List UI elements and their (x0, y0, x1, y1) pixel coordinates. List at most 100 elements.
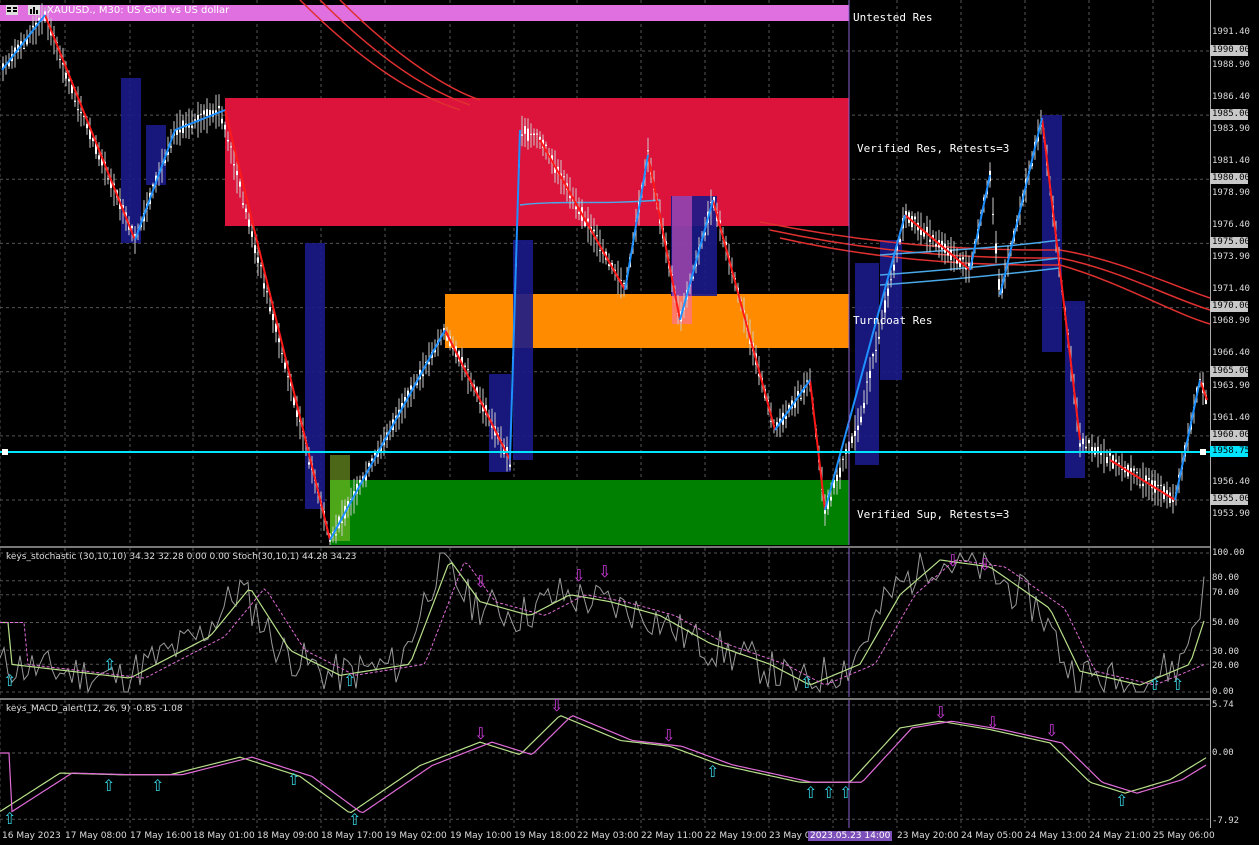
sell-alert-arrow-icon: ⇩ (550, 696, 564, 715)
candle-body (836, 474, 838, 482)
candle-body (194, 119, 196, 121)
candle-body (893, 264, 895, 271)
price-label-boxed: 1975.00 (1210, 237, 1250, 248)
candle-body (422, 374, 424, 377)
stoch-level-label: 80.00 (1212, 573, 1240, 583)
candle-body (1085, 446, 1087, 449)
sell-alert-arrow-icon: ⇩ (1045, 721, 1059, 740)
price-label-boxed: 1970.00 (1210, 301, 1250, 312)
buy-alert-arrow-icon: ⇧ (1171, 675, 1185, 694)
candle-body (854, 430, 856, 436)
candle-body (578, 211, 580, 215)
candle-body (596, 235, 598, 237)
candle-body (59, 59, 61, 61)
time-label: 17 May 16:00 (130, 831, 192, 841)
zone-verified-res (225, 98, 849, 226)
candle-body (998, 279, 1000, 290)
buy-alert-arrow-icon: ⇧ (800, 673, 814, 692)
candle-body (245, 208, 247, 213)
price-label-boxed: 1965.00 (1210, 366, 1250, 377)
candle-body (221, 118, 223, 124)
candle-body (533, 133, 535, 136)
sell-alert-arrow-icon: ⇩ (474, 572, 488, 591)
candle-body (1121, 468, 1123, 470)
time-label: 24 May 13:00 (1025, 831, 1087, 841)
candle-body (536, 133, 538, 135)
time-label: 23 May 20:00 (897, 831, 959, 841)
candle-body (530, 133, 532, 135)
time-label: 16 May 2023 (2, 831, 61, 841)
buy-alert-arrow-icon: ⇧ (1148, 675, 1162, 694)
candle-body (869, 370, 871, 379)
highlight-bar (880, 240, 902, 380)
highlight-bar (305, 243, 325, 509)
candle-body (866, 381, 868, 383)
price-label: 1956.40 (1212, 477, 1250, 487)
buy-alert-arrow-icon: ⇧ (287, 770, 301, 789)
price-line-handle (1200, 449, 1206, 455)
buy-alert-arrow-icon: ⇧ (804, 783, 818, 802)
candle-body (251, 231, 253, 237)
stochastic-canvas (0, 548, 1210, 697)
chart-menu-icon[interactable] (6, 5, 18, 15)
stochastic-pane[interactable]: keys_stochastic (30,10,10) 34.32 32.28 0… (0, 548, 1259, 697)
candle-body (224, 124, 226, 130)
candle-body (38, 17, 40, 21)
candle-body (269, 307, 271, 312)
moving-average-line (759, 221, 1211, 299)
candle-body (278, 338, 280, 343)
price-label-boxed: 1985.00 (1210, 109, 1250, 120)
price-axis-line (1210, 0, 1211, 828)
buy-alert-arrow-icon: ⇧ (706, 762, 720, 781)
zone-turncoat-res (445, 294, 849, 348)
price-chart-pane[interactable]: XAUUSD., M30: US Gold vs US dollar Untes… (0, 0, 1259, 545)
price-chart-canvas[interactable] (0, 0, 1259, 545)
candle-body (929, 239, 931, 242)
stoch-level-label: 30.00 (1212, 647, 1240, 657)
candle-body (266, 291, 268, 293)
candle-body (524, 126, 526, 134)
candle-body (65, 72, 67, 79)
time-label: 19 May 18:00 (514, 831, 576, 841)
candle-body (842, 458, 844, 460)
highlight-bar (121, 78, 141, 243)
stoch-level-label: 50.00 (1212, 618, 1240, 628)
macd-title: keys_MACD_alert(12, 26, 9) -0.85 -1.08 (6, 704, 183, 714)
candle-body (887, 288, 889, 296)
candle-body (23, 48, 25, 50)
time-label: 18 May 01:00 (193, 831, 255, 841)
buy-alert-arrow-icon: ⇧ (151, 776, 165, 795)
candle-body (521, 134, 523, 136)
highlight-bar (855, 263, 879, 465)
one-click-trading-icon[interactable] (28, 5, 40, 15)
candle-body (1142, 483, 1144, 487)
time-label: 24 May 21:00 (1089, 831, 1151, 841)
candle-body (527, 128, 529, 141)
macd-pane[interactable]: keys_MACD_alert(12, 26, 9) -0.85 -1.08 (0, 700, 1259, 828)
sell-alert-arrow-icon: ⇩ (934, 703, 948, 722)
time-label: 22 May 19:00 (705, 831, 767, 841)
candle-body (569, 195, 571, 199)
time-label: 22 May 03:00 (577, 831, 639, 841)
buy-alert-arrow-icon: ⇧ (3, 671, 17, 690)
candle-body (233, 164, 235, 166)
candle-body (86, 124, 88, 129)
candle-body (248, 219, 250, 227)
candle-body (563, 176, 565, 178)
candle-body (806, 380, 808, 382)
buy-alert-arrow-icon: ⇧ (1115, 791, 1129, 810)
candle-body (1136, 472, 1138, 474)
candle-body (287, 376, 289, 378)
price-label: 1968.90 (1212, 316, 1250, 326)
zigzag-up-line (1, 14, 46, 71)
candle-body (545, 144, 547, 146)
candle-body (107, 178, 109, 180)
candle-body (80, 111, 82, 114)
candle-body (98, 155, 100, 160)
current-price-label: 1958.75 (1210, 446, 1250, 457)
zone-label-verified-res: Verified Res, Retests=3 (857, 142, 1010, 155)
candle-body (890, 279, 892, 281)
candle-body (341, 521, 343, 523)
candle-body (203, 110, 205, 115)
buy-alert-arrow-icon: ⇧ (3, 809, 17, 828)
